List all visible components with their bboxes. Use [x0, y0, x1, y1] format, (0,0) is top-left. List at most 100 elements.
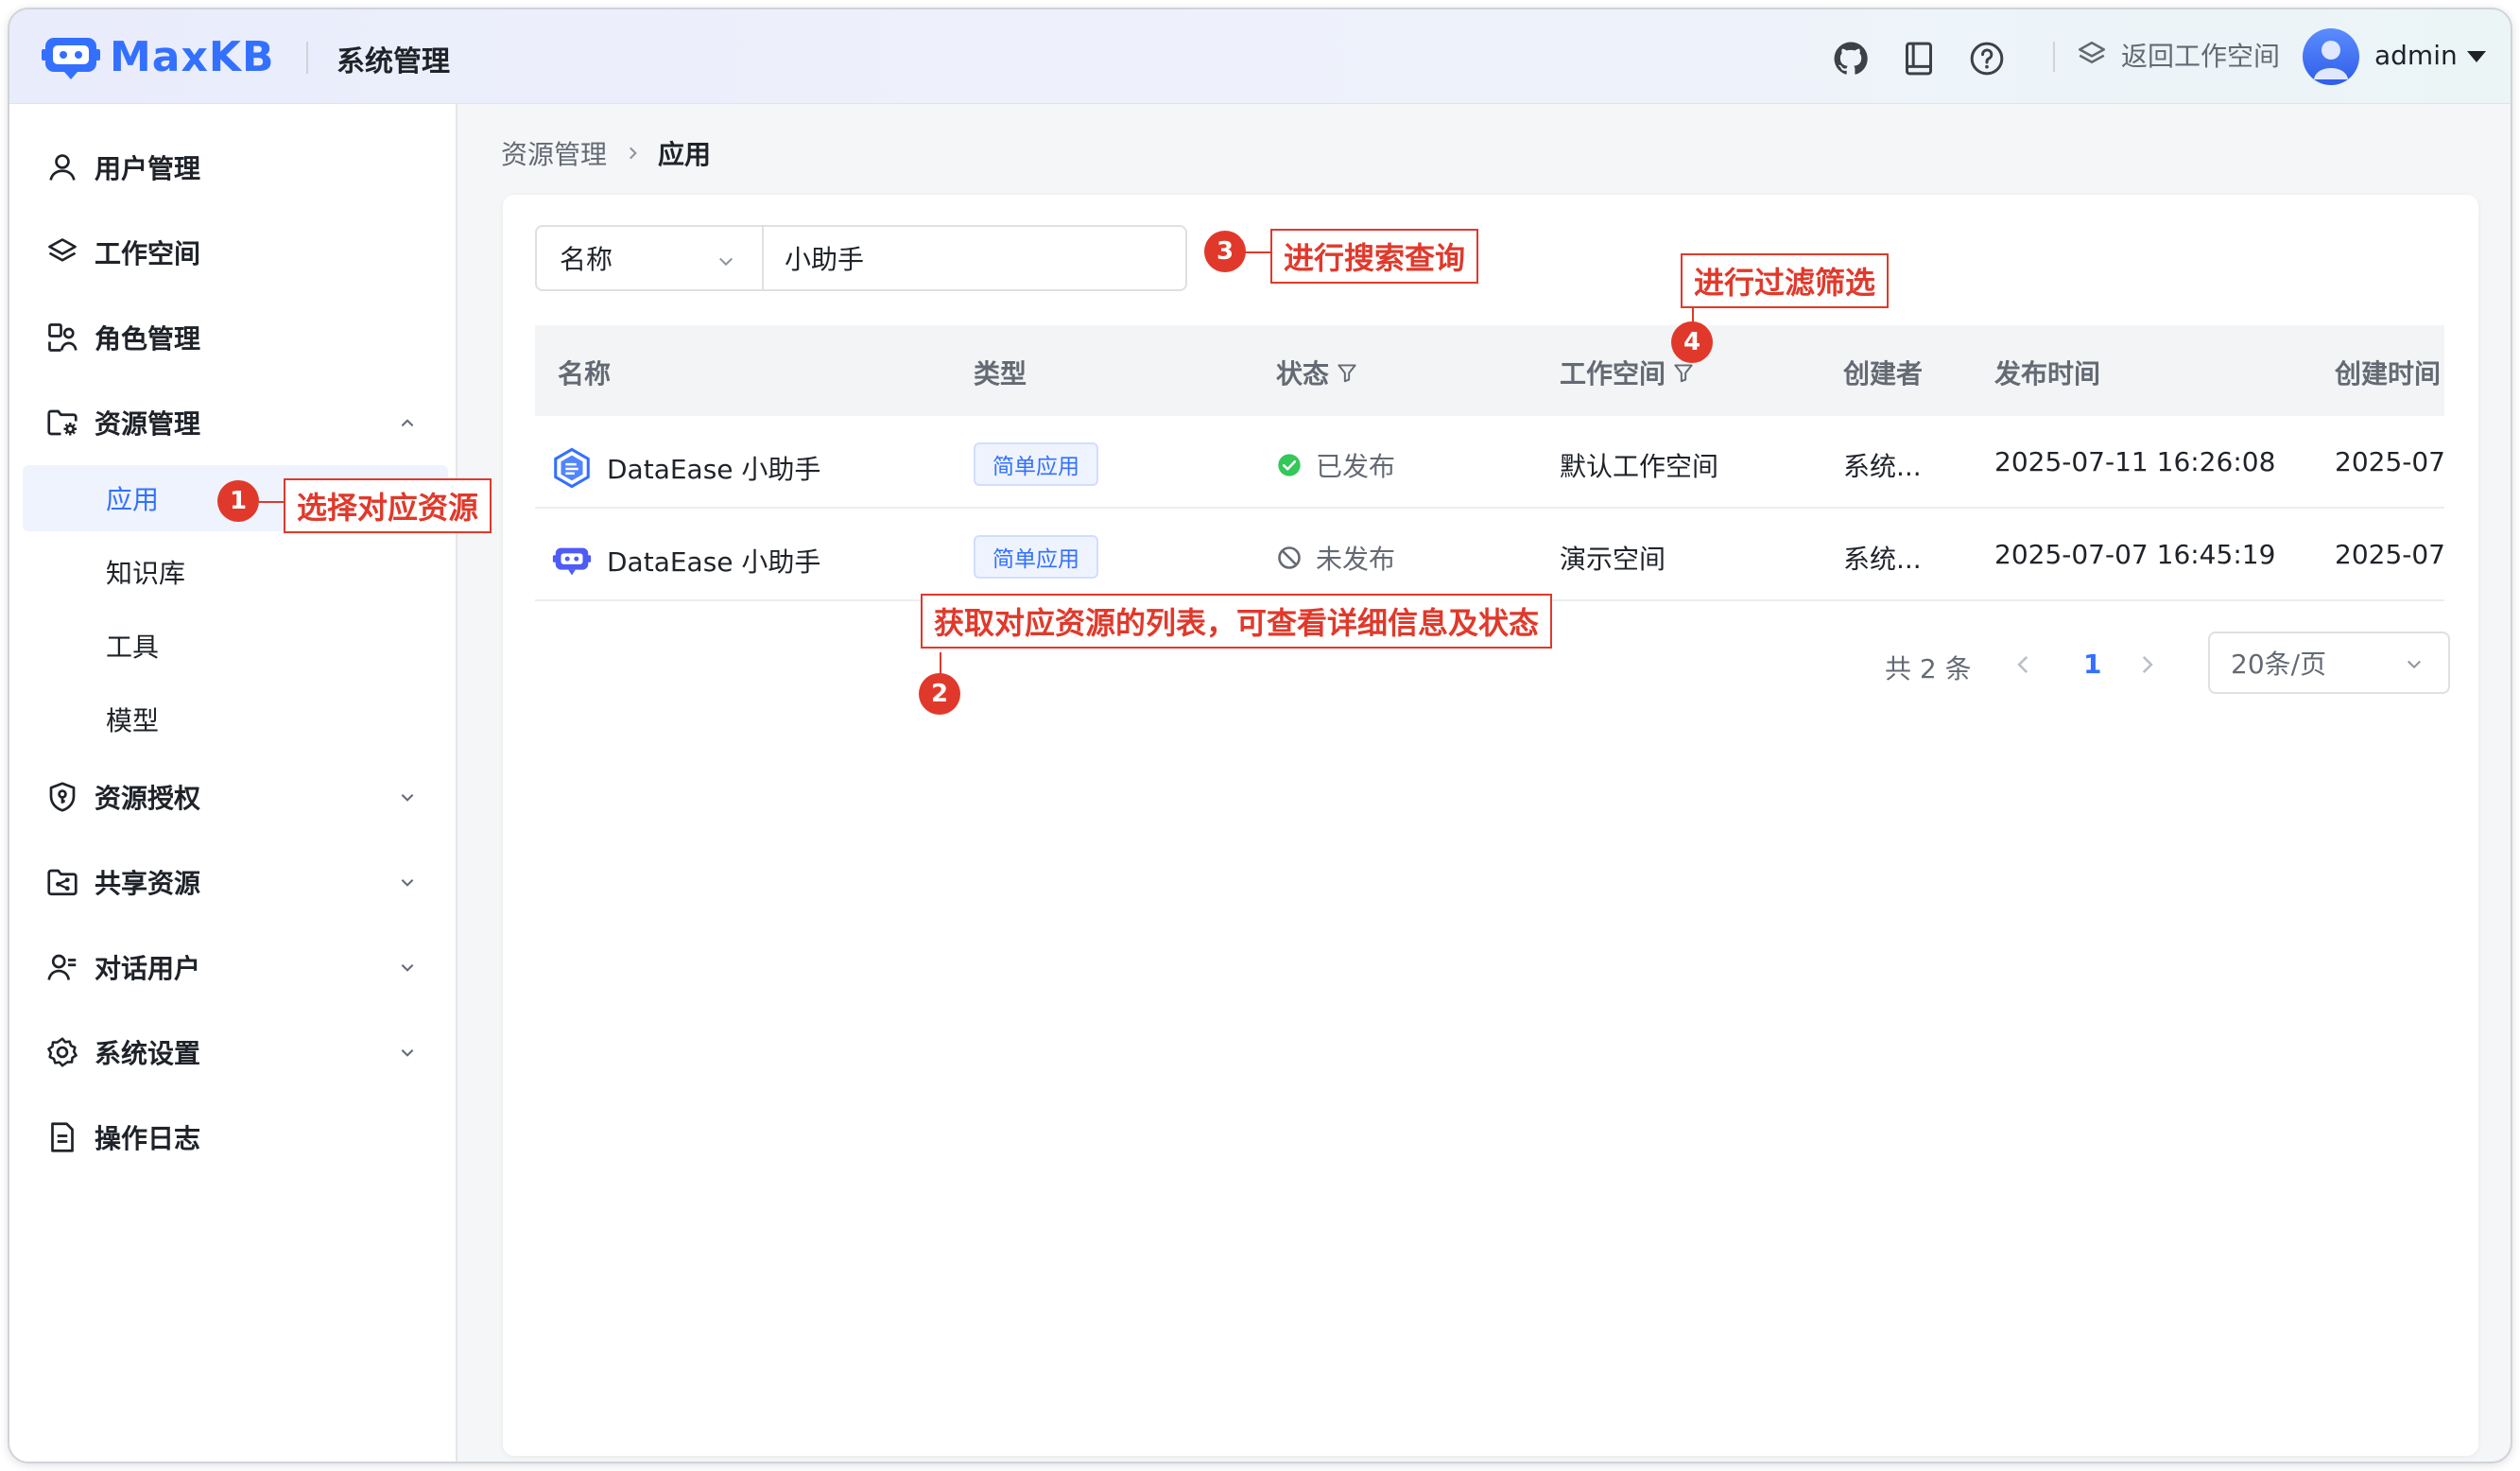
app-name-cell: DataEase 小助手 [550, 539, 820, 582]
table-header: 名称 类型 状态 工作空间 创建者 发布时间 创建时间 [535, 325, 2444, 416]
help-icon[interactable] [1968, 40, 2006, 78]
annotation-label-3: 进行搜索查询 [1270, 229, 1479, 284]
header-separator [2053, 42, 2055, 72]
app-status-label: 未发布 [1316, 544, 1396, 575]
sidebar-item-operation-log[interactable]: 操作日志 [23, 1104, 448, 1170]
sidebar-subitem-tools[interactable]: 工具 [23, 613, 448, 679]
column-header-create-time: 创建时间 [2335, 358, 2442, 389]
app-status-label: 已发布 [1316, 451, 1396, 482]
sidebar-item-label: 资源授权 [95, 783, 201, 814]
sidebar-subitem-knowledge-base[interactable]: 知识库 [23, 539, 448, 605]
app-name[interactable]: DataEase 小助手 [607, 449, 820, 487]
book-icon[interactable] [1900, 40, 1938, 78]
chevron-down-icon [2408, 660, 2421, 669]
sidebar-item-label: 系统设置 [95, 1038, 201, 1069]
search-bar: 名称 [535, 225, 1187, 291]
breadcrumb-parent[interactable]: 资源管理 [501, 134, 607, 172]
sidebar-subitem-models[interactable]: 模型 [23, 686, 448, 753]
breadcrumb-current: 应用 [658, 139, 712, 170]
pagination-total: 共 2 条 [1885, 653, 1972, 684]
ban-icon [1278, 546, 1301, 569]
app-status-cell: 未发布 [1276, 539, 1395, 577]
logo[interactable]: MaxKB [42, 26, 275, 87]
sidebar-item-workspace[interactable]: 工作空间 [23, 219, 448, 286]
column-header-publish-time: 发布时间 [1994, 358, 2101, 389]
table-row[interactable]: DataEase 小助手 简单应用 已发布 默认工作空间 系统... 2025-… [535, 416, 2445, 509]
filter-icon[interactable] [1335, 360, 1359, 385]
annotation-number-1: 1 [217, 480, 259, 522]
column-header-status: 状态 [1276, 354, 1359, 391]
filter-icon[interactable] [1671, 360, 1696, 385]
sidebar-item-label: 共享资源 [95, 868, 201, 899]
logo-text: MaxKB [110, 32, 275, 81]
app-type-tag: 简单应用 [974, 442, 1098, 486]
sidebar-item-label: 用户管理 [95, 153, 201, 184]
annotation-label-4: 进行过滤筛选 [1681, 253, 1890, 308]
annotation-label-1: 选择对应资源 [284, 478, 492, 533]
folder-share-icon [42, 861, 83, 903]
app-create-time: 2025-07 [2335, 446, 2445, 477]
user-icon [42, 147, 83, 188]
sidebar-item-shared-resources[interactable]: 共享资源 [23, 849, 448, 915]
app-window: MaxKB 系统管理 返回工作空间 admin 用户管理 工作空间 角色管理 资… [8, 8, 2512, 1463]
sidebar-item-label: 操作日志 [95, 1123, 201, 1154]
sidebar-item-resource-authorization[interactable]: 资源授权 [23, 764, 448, 830]
sidebar-item-resource-management[interactable]: 资源管理 [23, 389, 448, 456]
sidebar-item-label: 资源管理 [95, 408, 201, 440]
page-title: 系统管理 [337, 45, 450, 78]
shield-key-icon [42, 776, 83, 818]
avatar[interactable] [2303, 28, 2359, 85]
sidebar-item-system-settings[interactable]: 系统设置 [23, 1019, 448, 1085]
app-creator: 系统... [1843, 544, 1922, 575]
app-publish-time: 2025-07-11 16:26:08 [1994, 446, 2276, 477]
document-icon [42, 1116, 83, 1158]
back-to-workspace-label: 返回工作空间 [2121, 41, 2281, 72]
sidebar-item-user-management[interactable]: 用户管理 [23, 134, 448, 200]
header-divider [306, 42, 308, 74]
role-icon [42, 317, 83, 358]
app-type-cell: 简单应用 [974, 442, 1098, 486]
chevron-right-icon[interactable] [2134, 652, 2159, 677]
search-input[interactable] [764, 227, 1185, 289]
sidebar-item-label: 工作空间 [95, 238, 201, 269]
dataease-icon [554, 447, 590, 489]
column-header-type: 类型 [974, 358, 1027, 389]
chevron-up-icon [401, 419, 414, 427]
annotation-label-2: 获取对应资源的列表，可查看详细信息及状态 [921, 594, 1553, 649]
column-header-name: 名称 [558, 358, 612, 389]
sidebar-item-label: 对话用户 [95, 953, 201, 984]
app-type-cell: 简单应用 [974, 535, 1098, 579]
github-icon[interactable] [1832, 40, 1870, 78]
user-avatar-icon [2314, 41, 2348, 79]
app-publish-time: 2025-07-07 16:45:19 [1994, 539, 2276, 570]
gear-icon [42, 1031, 83, 1073]
annotation-number-3: 3 [1204, 231, 1246, 272]
chat-user-icon [42, 946, 83, 988]
pagination-page-1[interactable]: 1 [2083, 649, 2101, 680]
maxkb-robot-icon [552, 547, 592, 576]
search-field-select[interactable]: 名称 [537, 227, 764, 289]
sidebar-item-chat-users[interactable]: 对话用户 [23, 934, 448, 1000]
check-circle-icon [1278, 454, 1301, 476]
column-header-creator: 创建者 [1843, 358, 1924, 389]
chevron-down-icon [401, 794, 414, 802]
user-name[interactable]: admin [2374, 40, 2458, 71]
application-table: 名称 类型 状态 工作空间 创建者 发布时间 创建时间 DataEase 小助手… [535, 325, 2445, 601]
chevron-down-icon [401, 879, 414, 887]
caret-down-icon[interactable] [2467, 51, 2486, 62]
app-name[interactable]: DataEase 小助手 [607, 542, 820, 580]
chevron-down-icon [401, 964, 414, 972]
table-row[interactable]: DataEase 小助手 简单应用 未发布 演示空间 系统... 2025-07… [535, 509, 2445, 601]
content-card: 名称 名称 类型 状态 工作空间 创建者 发布时间 创建时间 [503, 195, 2478, 1456]
page-size-select[interactable]: 20条/页 [2208, 632, 2450, 694]
breadcrumb: 资源管理 应用 [501, 134, 711, 172]
chevron-left-icon[interactable] [2011, 652, 2036, 677]
maxkb-logo-icon [42, 38, 100, 79]
sidebar: 用户管理 工作空间 角色管理 资源管理 应用 知识库 工具 模型 资源授权 共享… [9, 104, 457, 1462]
top-header: MaxKB 系统管理 返回工作空间 admin [9, 9, 2511, 104]
sidebar-item-role-management[interactable]: 角色管理 [23, 304, 448, 371]
app-type-tag: 简单应用 [974, 535, 1098, 579]
app-create-time: 2025-07 [2335, 539, 2445, 570]
column-header-workspace-label: 工作空间 [1560, 358, 1666, 389]
back-to-workspace-button[interactable]: 返回工作空间 [2076, 36, 2280, 74]
